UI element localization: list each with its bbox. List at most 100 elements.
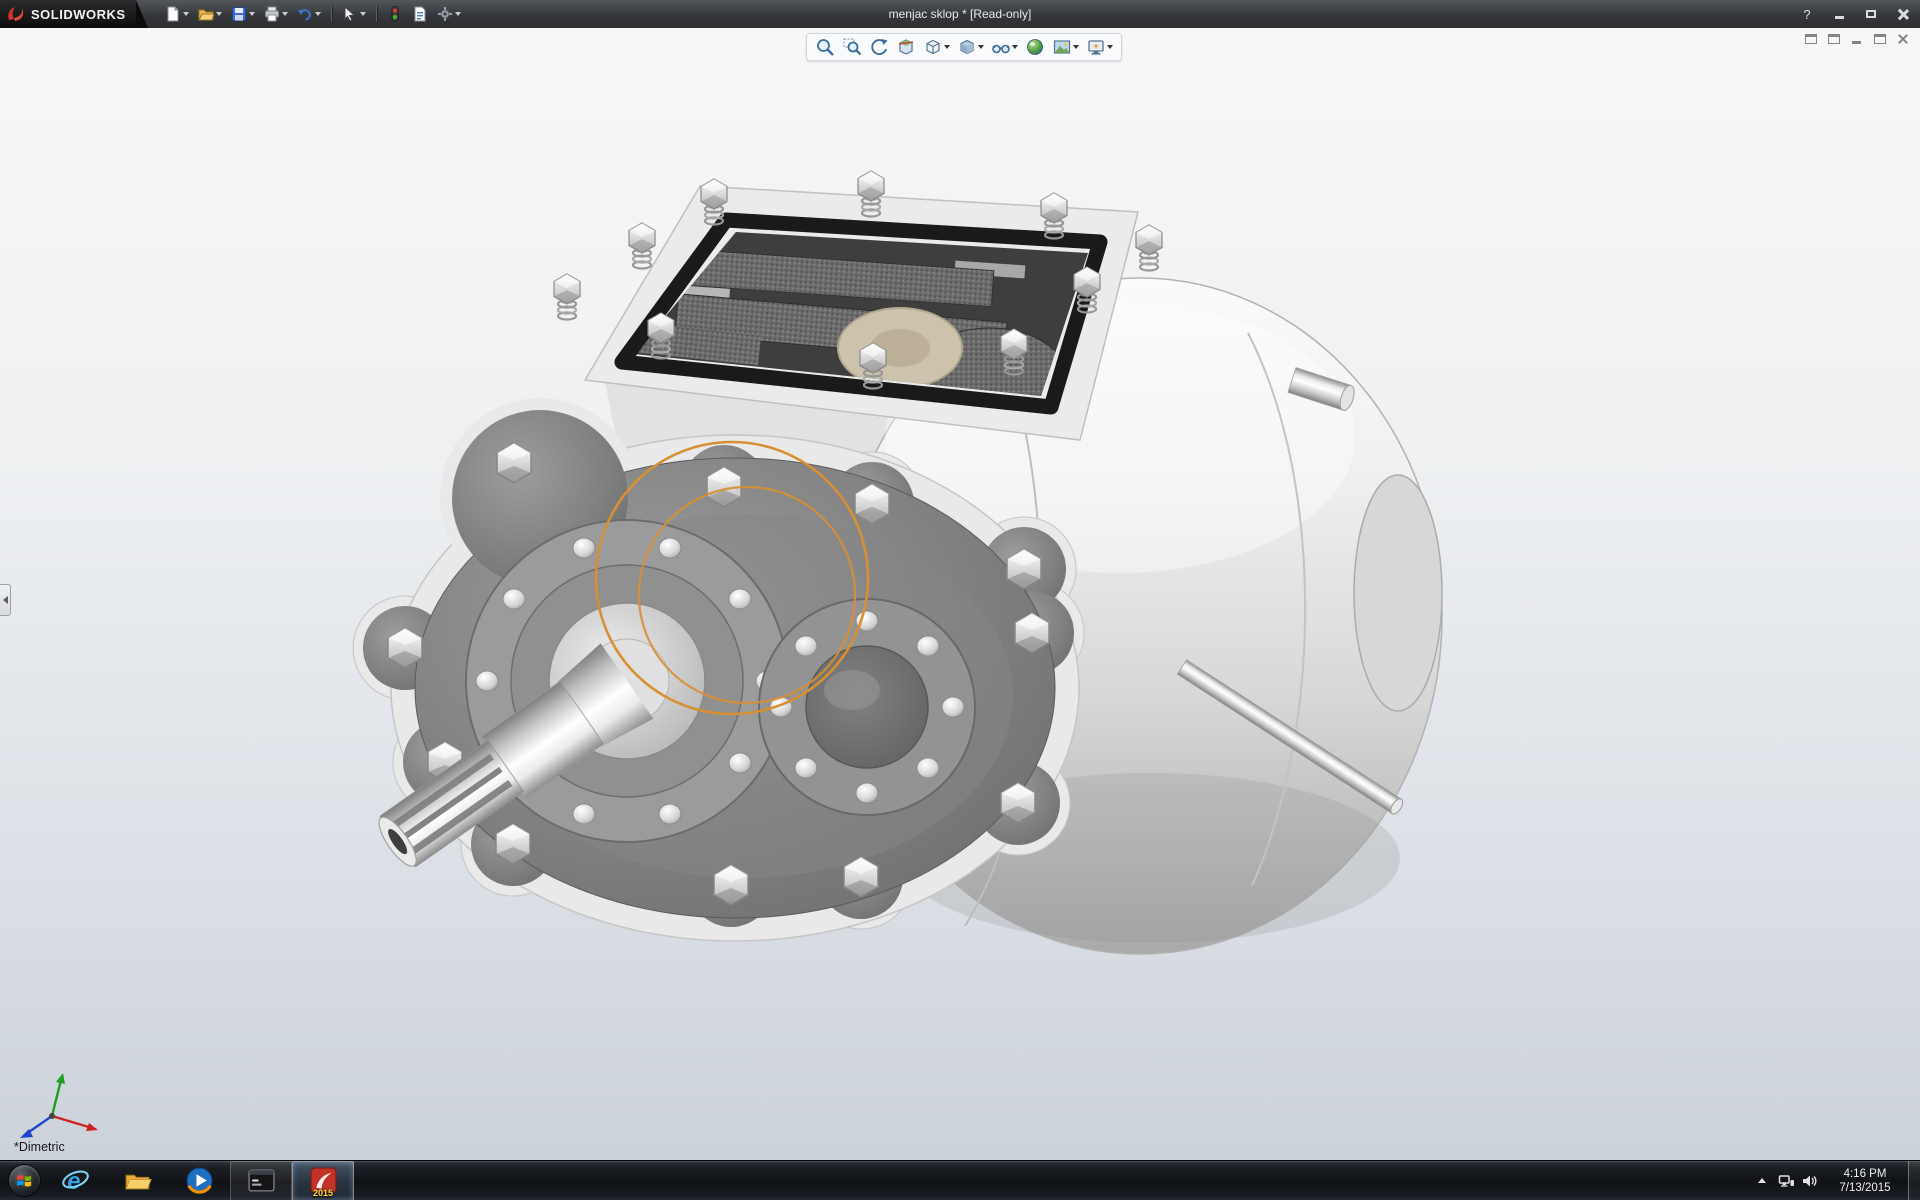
quick-access-toolbar (162, 3, 464, 25)
command-prompt-icon (247, 1166, 276, 1195)
open-folder-icon (198, 6, 214, 22)
solidworks-version-badge: 2015 (293, 1188, 353, 1198)
dropdown-caret[interactable] (455, 12, 461, 16)
doc-minimize-button[interactable] (1849, 32, 1864, 45)
display-style-button[interactable] (955, 35, 986, 59)
dropdown-caret[interactable] (249, 12, 255, 16)
solidworks-window: SOLIDWORKS (0, 0, 1920, 1200)
view-settings-button[interactable] (1084, 35, 1115, 59)
window-cascade-button[interactable] (1803, 32, 1818, 45)
restore-button[interactable] (1860, 5, 1882, 23)
rebuild-button[interactable] (384, 3, 406, 25)
apply-scene-button[interactable] (1050, 35, 1081, 59)
dropdown-caret[interactable] (944, 45, 950, 49)
dropdown-caret[interactable] (360, 12, 366, 16)
taskbar-clock[interactable]: 4:16 PM 7/13/2015 (1822, 1167, 1908, 1195)
windows-taskbar: e (0, 1160, 1920, 1200)
doc-close-button[interactable] (1895, 32, 1910, 45)
network-status-icon[interactable] (1774, 1161, 1798, 1200)
view-orientation-label: *Dimetric (14, 1140, 65, 1154)
edit-appearance-button[interactable] (1023, 35, 1047, 59)
toolbar-separator (376, 6, 377, 22)
view-orientation-button[interactable] (921, 35, 952, 59)
dropdown-caret[interactable] (315, 12, 321, 16)
solidworks-logo: SOLIDWORKS (0, 0, 136, 28)
select-cursor-icon (342, 6, 358, 22)
dropdown-caret[interactable] (1073, 45, 1079, 49)
previous-view-icon (869, 37, 889, 57)
rebuild-stoplight-icon (387, 6, 403, 22)
clock-time: 4:16 PM (1822, 1167, 1908, 1181)
window-icon (1828, 34, 1840, 44)
document-window-controls (1803, 32, 1910, 45)
taskbar-windows-explorer[interactable] (106, 1161, 168, 1200)
select-button[interactable] (339, 3, 369, 25)
print-button[interactable] (261, 3, 291, 25)
taskbar-internet-explorer[interactable]: e (44, 1161, 106, 1200)
help-button[interactable]: ? (1796, 5, 1818, 23)
doc-restore-button[interactable] (1872, 32, 1887, 45)
undo-icon (297, 6, 313, 22)
minimize-icon (1835, 16, 1844, 19)
restore-icon (1866, 10, 1876, 18)
zoom-to-fit-button[interactable] (813, 35, 837, 59)
save-button[interactable] (228, 3, 258, 25)
close-button[interactable] (1892, 5, 1914, 23)
edit-appearance-sphere-icon (1025, 37, 1045, 57)
system-tray: 4:16 PM 7/13/2015 (1750, 1161, 1920, 1200)
doc-restore-icon (1874, 34, 1886, 44)
toolbar-separator (331, 6, 332, 22)
gearbox-assembly-model[interactable] (0, 28, 1920, 1160)
file-properties-icon (412, 6, 428, 22)
windows-orb-icon (8, 1164, 41, 1197)
previous-view-button[interactable] (867, 35, 891, 59)
titlebar: SOLIDWORKS (0, 0, 1920, 28)
collapsed-panel-tab[interactable] (0, 584, 11, 616)
save-icon (231, 6, 247, 22)
section-view-button[interactable] (894, 35, 918, 59)
file-properties-button[interactable] (409, 3, 431, 25)
view-orientation-cube-icon (923, 37, 943, 57)
minimize-button[interactable] (1828, 5, 1850, 23)
taskbar-solidworks[interactable]: 2015 (292, 1161, 354, 1200)
view-settings-icon (1086, 37, 1106, 57)
media-player-icon (185, 1166, 214, 1195)
network-icon (1778, 1173, 1795, 1189)
open-button[interactable] (195, 3, 225, 25)
collapse-arrow-icon (3, 596, 8, 604)
new-document-button[interactable] (162, 3, 192, 25)
section-view-icon (896, 37, 916, 57)
show-desktop-button[interactable] (1908, 1161, 1920, 1200)
dropdown-caret[interactable] (1107, 45, 1113, 49)
display-style-icon (957, 37, 977, 57)
reference-triad (14, 1068, 104, 1148)
folder-icon (123, 1166, 152, 1195)
close-icon (1897, 8, 1909, 20)
dropdown-caret[interactable] (216, 12, 222, 16)
dropdown-caret[interactable] (1012, 45, 1018, 49)
speaker-icon (1802, 1174, 1818, 1188)
undo-button[interactable] (294, 3, 324, 25)
hide-show-items-button[interactable] (989, 35, 1020, 59)
input-bearing-cover[interactable] (759, 599, 975, 815)
chevron-up-icon (1756, 1175, 1768, 1187)
show-hidden-icons-button[interactable] (1750, 1161, 1774, 1200)
window-button[interactable] (1826, 32, 1841, 45)
dassault-logo-icon (6, 5, 26, 23)
titlebar-controls: ? (1796, 0, 1914, 28)
graphics-viewport[interactable]: *Dimetric (0, 28, 1920, 1160)
dropdown-caret[interactable] (978, 45, 984, 49)
zoom-to-area-icon (842, 37, 862, 57)
dropdown-caret[interactable] (183, 12, 189, 16)
doc-close-icon (1897, 33, 1908, 44)
start-button[interactable] (4, 1162, 44, 1200)
windows-flag-icon (15, 1171, 34, 1190)
zoom-to-area-button[interactable] (840, 35, 864, 59)
dropdown-caret[interactable] (282, 12, 288, 16)
options-button[interactable] (434, 3, 464, 25)
taskbar-command-prompt[interactable] (230, 1161, 292, 1200)
taskbar-media-player[interactable] (168, 1161, 230, 1200)
app-name: SOLIDWORKS (31, 7, 126, 22)
volume-icon[interactable] (1798, 1161, 1822, 1200)
internet-explorer-icon: e (61, 1166, 90, 1195)
